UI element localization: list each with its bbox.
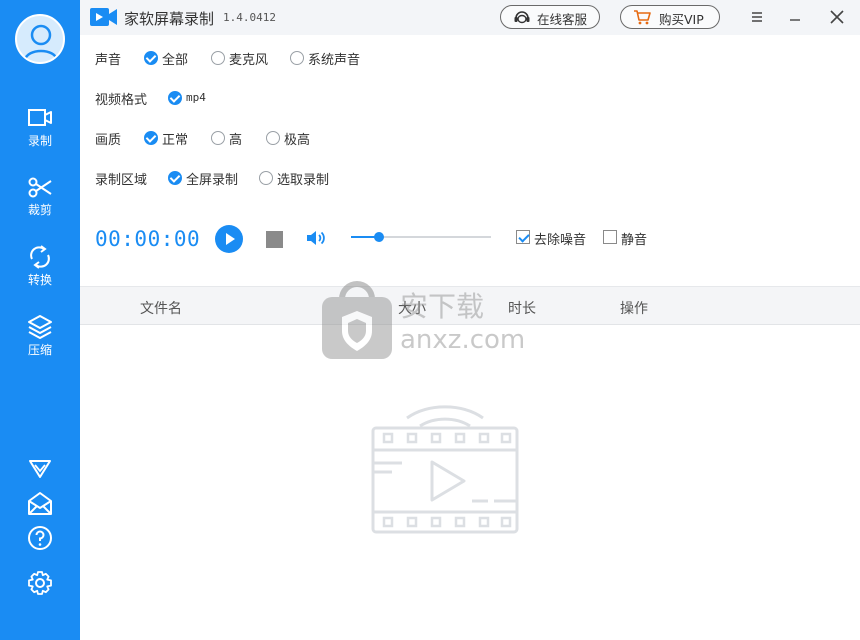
volume-slider-handle[interactable]	[374, 232, 384, 242]
empty-video-icon	[371, 405, 519, 534]
sidebar: 录制 裁剪 转换 压缩	[0, 0, 80, 640]
scissors-icon	[28, 177, 52, 198]
quality-ultra-label: 极高	[284, 133, 311, 148]
stop-button[interactable]	[266, 231, 283, 248]
radio-checked-icon	[144, 51, 158, 65]
record-camera-icon	[28, 109, 52, 126]
format-option-row: 视频格式 mp4	[80, 88, 860, 108]
user-avatar[interactable]	[15, 14, 65, 64]
sidebar-item-trim[interactable]: 裁剪	[0, 174, 80, 230]
area-label: 录制区域	[95, 173, 148, 188]
checkbox-checked-icon	[516, 230, 530, 244]
play-button[interactable]	[215, 225, 243, 253]
sidebar-item-compress[interactable]: 压缩	[0, 314, 80, 370]
audio-option-row: 声音 全部 麦克风 系统声音	[80, 48, 860, 68]
minimize-icon[interactable]	[784, 6, 806, 28]
audio-mic-label: 麦克风	[229, 53, 269, 68]
help-icon[interactable]	[27, 525, 53, 551]
cart-icon	[634, 10, 651, 25]
area-option-row: 录制区域 全屏录制 选取录制	[80, 168, 860, 188]
sidebar-item-label: 压缩	[27, 343, 52, 357]
mail-icon[interactable]	[27, 490, 53, 516]
shield-bag-icon	[322, 281, 392, 359]
sidebar-item-label: 裁剪	[27, 203, 52, 217]
online-support-label: 在线客服	[537, 12, 588, 27]
app-logo-icon	[90, 8, 117, 26]
layers-icon	[28, 315, 52, 339]
radio-checked-icon	[168, 171, 182, 185]
app-version: 1.4.0412	[223, 11, 276, 24]
radio-icon	[266, 131, 280, 145]
format-mp4-label: mp4	[186, 91, 206, 104]
audio-label: 声音	[95, 53, 122, 68]
play-icon	[226, 233, 235, 245]
volume-slider[interactable]	[351, 232, 491, 242]
sidebar-item-label: 录制	[27, 134, 52, 148]
volume-icon[interactable]	[305, 228, 329, 248]
sidebar-item-label: 转换	[27, 273, 52, 287]
audio-all-label: 全部	[162, 53, 189, 68]
app-title: 家软屏幕录制	[124, 10, 215, 28]
buy-vip-button[interactable]: 购买VIP	[620, 5, 720, 29]
convert-icon	[30, 245, 50, 269]
area-fullscreen-label: 全屏录制	[186, 173, 239, 188]
vip-diamond-icon[interactable]	[27, 455, 53, 481]
format-label: 视频格式	[95, 93, 148, 108]
area-select-label: 选取录制	[277, 173, 330, 188]
radio-checked-icon	[144, 131, 158, 145]
buy-vip-label: 购买VIP	[659, 12, 704, 27]
column-filename: 文件名	[140, 301, 182, 317]
watermark: 安下载 anxz.com	[320, 277, 540, 363]
radio-checked-icon	[168, 91, 182, 105]
mute-label: 静音	[621, 233, 648, 248]
checkbox-icon	[603, 230, 617, 244]
watermark-text: 安下载	[400, 290, 485, 323]
settings-gear-icon[interactable]	[27, 570, 53, 596]
quality-label: 画质	[95, 133, 122, 148]
radio-icon	[211, 51, 225, 65]
quality-normal-label: 正常	[162, 133, 189, 148]
sidebar-item-convert[interactable]: 转换	[0, 244, 80, 300]
sidebar-item-record[interactable]: 录制	[0, 105, 80, 161]
headset-icon	[514, 11, 530, 24]
menu-icon[interactable]	[746, 6, 768, 28]
radio-icon	[259, 171, 273, 185]
audio-system-label: 系统声音	[308, 53, 361, 68]
column-actions: 操作	[620, 301, 648, 317]
title-bar: 家软屏幕录制 1.4.0412 在线客服 购买VIP	[80, 0, 860, 35]
quality-option-row: 画质 正常 高 极高	[80, 128, 860, 148]
user-icon	[23, 24, 59, 61]
radio-icon	[211, 131, 225, 145]
watermark-url: anxz.com	[400, 325, 526, 355]
denoise-label: 去除噪音	[534, 233, 587, 248]
radio-icon	[290, 51, 304, 65]
online-support-button[interactable]: 在线客服	[500, 5, 600, 29]
quality-high-label: 高	[229, 133, 243, 148]
recording-timer: 00:00:00	[95, 227, 201, 251]
close-icon[interactable]	[826, 6, 848, 28]
